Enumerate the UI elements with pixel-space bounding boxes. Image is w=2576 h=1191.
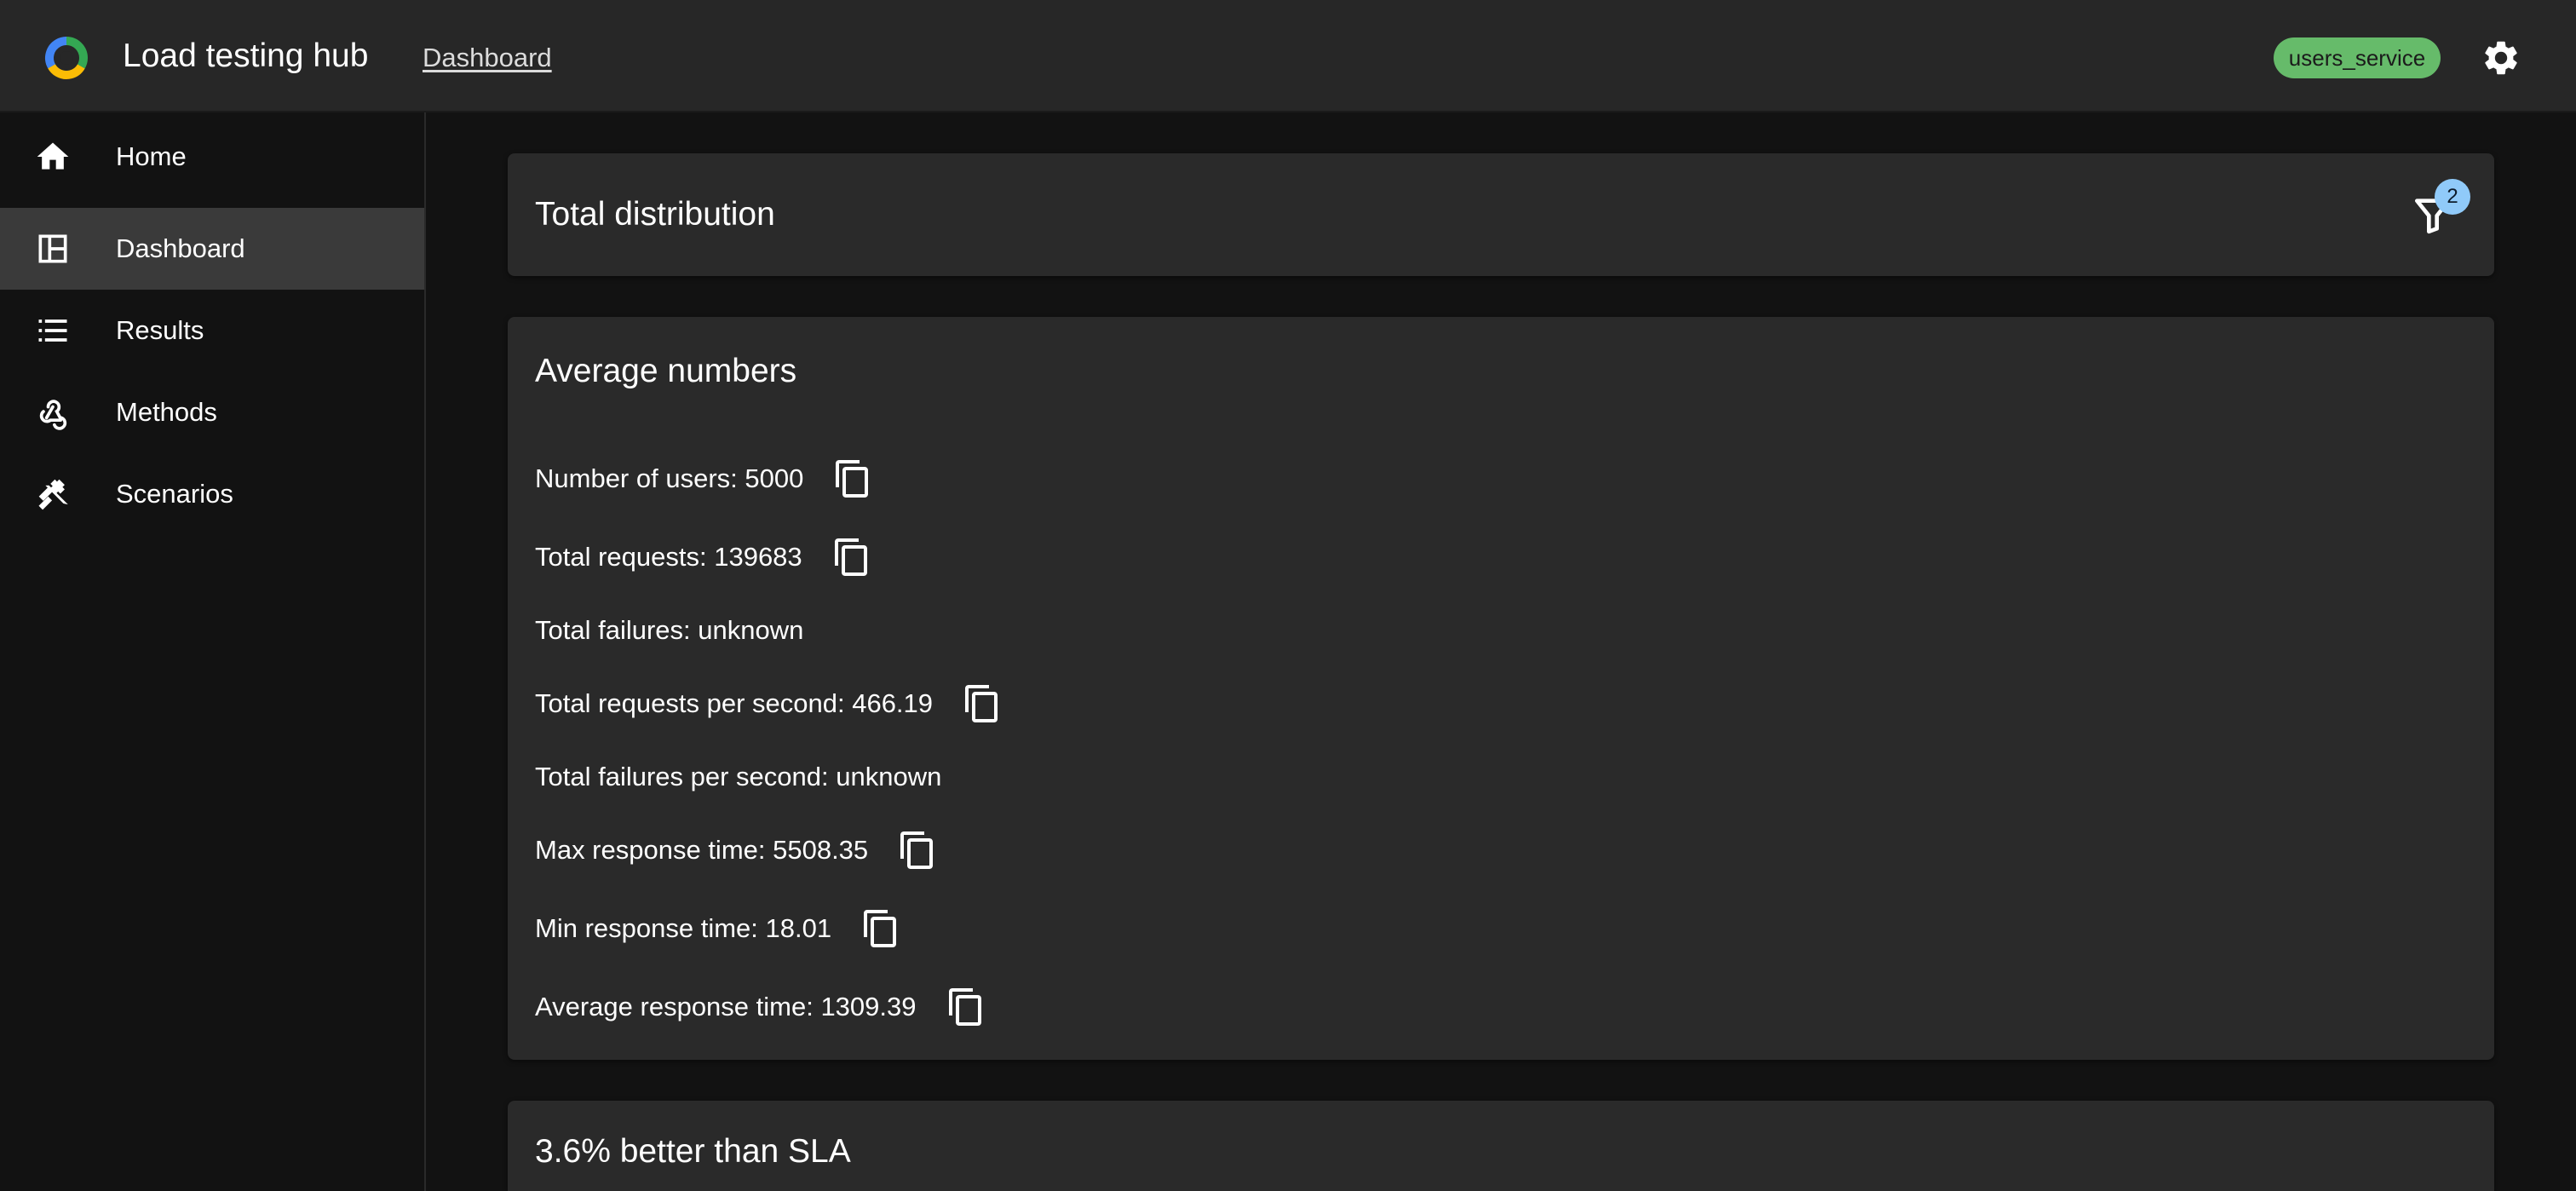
app-header: Load testing hub Dashboard users_service xyxy=(0,0,2576,112)
sidebar-item-home[interactable]: Home xyxy=(0,116,424,198)
settings-gear-icon[interactable] xyxy=(2481,37,2521,78)
sidebar-item-label: Results xyxy=(116,315,204,345)
stat-row-min-response-time: Min response time: 18.01 xyxy=(535,905,901,952)
sla-title: 3.6% better than SLA xyxy=(535,1133,851,1170)
home-icon xyxy=(37,142,69,170)
stat-row-average-response-time: Average response time: 1309.39 xyxy=(535,983,986,1031)
stat-total-failures: Total failures: unknown xyxy=(535,615,804,645)
filter-count-badge: 2 xyxy=(2435,179,2470,215)
service-badge: users_service xyxy=(2274,37,2441,78)
sla-card: 3.6% better than SLA xyxy=(508,1101,2494,1191)
stat-row-max-response-time: Max response time: 5508.35 xyxy=(535,826,938,874)
total-distribution-title: Total distribution xyxy=(535,196,775,233)
sidebar-item-methods[interactable]: Methods xyxy=(0,371,424,453)
sidebar-item-scenarios[interactable]: Scenarios xyxy=(0,453,424,535)
copy-icon[interactable] xyxy=(897,830,938,871)
app-title: Load testing hub xyxy=(123,37,369,74)
stat-row-total-requests: Total requests: 139683 xyxy=(535,533,872,581)
copy-icon[interactable] xyxy=(831,537,872,578)
sidebar-item-label: Scenarios xyxy=(116,479,233,509)
stat-row-failures-per-second: Total failures per second: unknown xyxy=(535,753,941,801)
stat-row-total-failures: Total failures: unknown xyxy=(535,607,803,654)
copy-icon[interactable] xyxy=(946,987,986,1027)
sidebar-item-dashboard[interactable]: Dashboard xyxy=(0,208,424,290)
sidebar-item-label: Home xyxy=(116,141,187,171)
stat-min-response-time: Min response time: 18.01 xyxy=(535,913,832,943)
dashboard-icon xyxy=(38,234,67,263)
sidebar: Home Dashboard Results Methods Scenarios xyxy=(0,112,426,1191)
tools-icon xyxy=(38,479,68,510)
sidebar-item-label: Methods xyxy=(116,397,217,427)
copy-icon[interactable] xyxy=(832,458,873,499)
list-icon xyxy=(38,319,67,342)
breadcrumb-dashboard-link[interactable]: Dashboard xyxy=(423,41,552,75)
webhook-icon xyxy=(39,400,67,430)
stat-total-requests: Total requests: 139683 xyxy=(535,542,802,572)
copy-icon[interactable] xyxy=(962,683,1003,724)
stat-row-requests-per-second: Total requests per second: 466.19 xyxy=(535,680,1003,728)
stat-requests-per-second: Total requests per second: 466.19 xyxy=(535,688,934,718)
average-numbers-card: Average numbers Number of users: 5000 To… xyxy=(508,317,2494,1060)
stat-max-response-time: Max response time: 5508.35 xyxy=(535,835,869,865)
stat-row-users: Number of users: 5000 xyxy=(535,455,873,503)
sidebar-item-results[interactable]: Results xyxy=(0,290,424,371)
copy-icon[interactable] xyxy=(860,908,901,949)
stat-average-response-time: Average response time: 1309.39 xyxy=(535,992,917,1021)
app-logo-icon xyxy=(45,37,88,79)
average-numbers-title: Average numbers xyxy=(535,353,797,389)
stat-failures-per-second: Total failures per second: unknown xyxy=(535,762,942,791)
total-distribution-card: Total distribution 2 xyxy=(508,153,2494,276)
sidebar-item-label: Dashboard xyxy=(116,233,245,263)
stat-number-of-users: Number of users: 5000 xyxy=(535,463,804,493)
